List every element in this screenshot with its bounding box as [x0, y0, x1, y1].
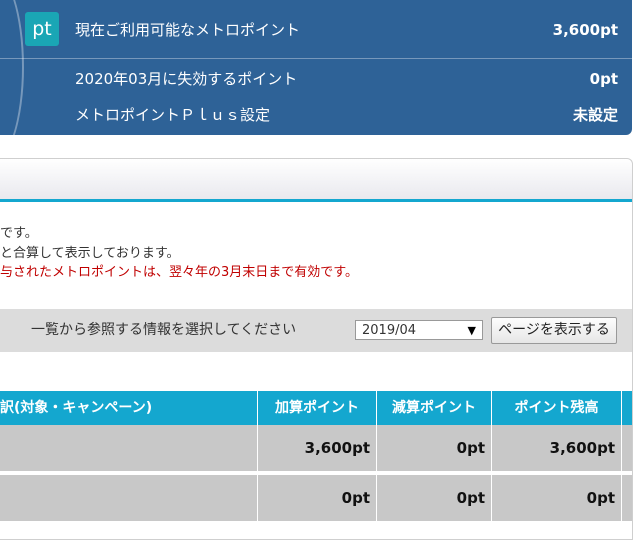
table-header: 訳(対象・キャンペーン) 加算ポイント 減算ポイント ポイント残高	[0, 391, 632, 425]
cell-subtracted: 0pt	[377, 475, 492, 521]
point-history-card: です。 と合算して表示しております。 与されたメトロポイントは、翌々年の3月末日…	[0, 158, 633, 540]
available-points-value: 3,600pt	[552, 21, 618, 39]
cell-detail	[0, 475, 258, 521]
points-plus-setting-label: メトロポイントＰｌｕｓ設定	[75, 106, 271, 124]
col-header-detail: 訳(対象・キャンペーン)	[0, 391, 258, 425]
info-note-1: です。	[0, 226, 38, 241]
info-note-2: と合算して表示しております。	[0, 246, 180, 261]
dropdown-arrow-icon: ▼	[467, 324, 476, 337]
points-plus-setting-row: メトロポイントＰｌｕｓ設定 未設定	[0, 97, 632, 133]
month-select-value: 2019/04	[362, 323, 417, 338]
col-header-subtracted: 減算ポイント	[377, 391, 492, 425]
cell-balance: 0pt	[492, 475, 622, 521]
col-header-balance: ポイント残高	[492, 391, 622, 425]
cell-subtracted: 0pt	[377, 425, 492, 471]
card-header	[0, 159, 632, 202]
month-select[interactable]: 2019/04 ▼	[355, 320, 483, 340]
cell-detail	[0, 425, 258, 471]
cell-balance: 3,600pt	[492, 425, 622, 471]
cell-added: 0pt	[258, 475, 377, 521]
point-summary-panel: pt 現在ご利用可能なメトロポイント 3,600pt 2020年03月に失効する…	[0, 0, 632, 135]
available-points-row: 現在ご利用可能なメトロポイント 3,600pt	[0, 12, 632, 48]
table-row: 0pt 0pt 0pt	[0, 475, 632, 521]
expiring-points-row: 2020年03月に失効するポイント 0pt	[0, 61, 632, 97]
available-points-label: 現在ご利用可能なメトロポイント	[75, 21, 301, 39]
filter-bar: 一覧から参照する情報を選択してください 2019/04 ▼ ページを表示する	[0, 309, 632, 352]
expiring-points-value: 0pt	[589, 70, 618, 88]
col-header-added: 加算ポイント	[258, 391, 377, 425]
points-plus-setting-value: 未設定	[572, 106, 618, 124]
expiring-points-label: 2020年03月に失効するポイント	[75, 70, 298, 88]
cell-added: 3,600pt	[258, 425, 377, 471]
table-row: 3,600pt 0pt 3,600pt	[0, 425, 632, 471]
filter-label: 一覧から参照する情報を選択してください	[31, 322, 297, 338]
expiry-warning-note: 与されたメトロポイントは、翌々年の3月末日まで有効です。	[0, 265, 358, 280]
summary-divider	[0, 58, 632, 59]
show-page-button[interactable]: ページを表示する	[491, 317, 617, 344]
